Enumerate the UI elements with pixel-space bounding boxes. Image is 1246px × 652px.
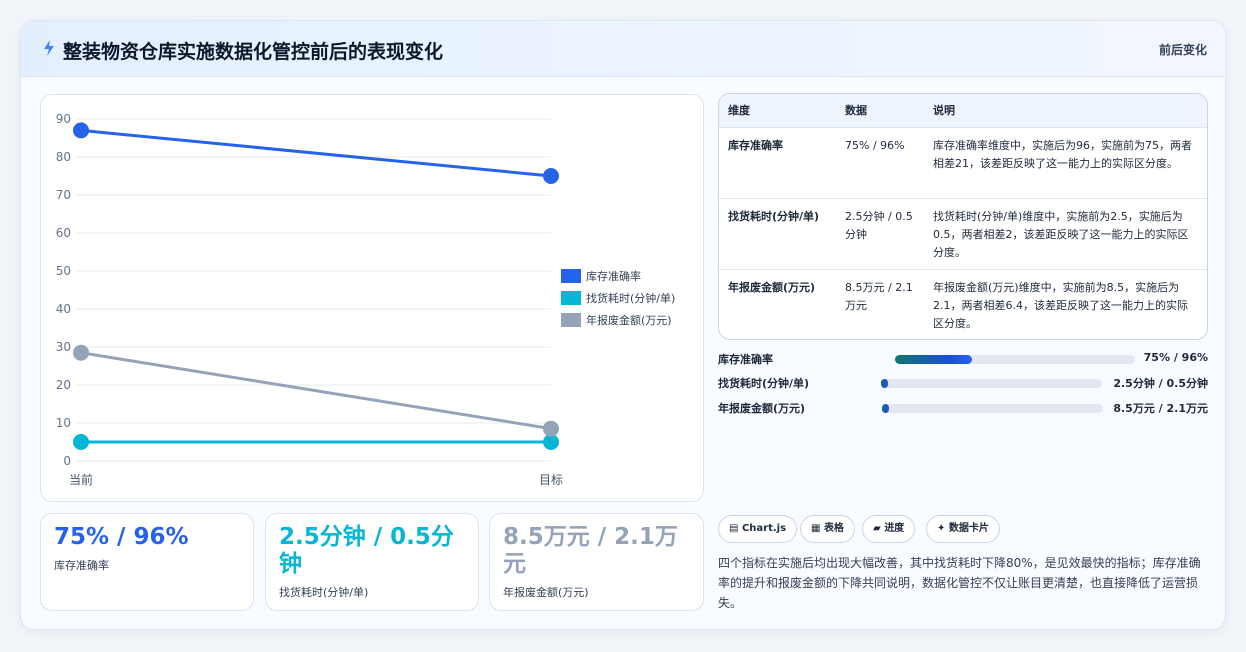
legend-label: 库存准确率 [586, 269, 641, 283]
progress-fill [895, 355, 972, 364]
y-tick-label: 80 [56, 150, 71, 164]
x-tick-label: 目标 [539, 473, 563, 487]
table-cell-dimension: 找货耗时(分钟/单) [719, 198, 836, 270]
column-header: 维度 [719, 94, 836, 128]
table-cell-data: 8.5万元 / 2.1万元 [845, 280, 913, 312]
header: 整装物资仓库实施数据化管控前后的表现变化 前后变化 [21, 21, 1225, 77]
chip-label: 数据卡片 [948, 523, 989, 534]
metric-card-scrap-amount: 8.5万元 / 2.1万元 年报废金额(万元) [489, 513, 704, 611]
data-point [543, 168, 559, 184]
legend-label: 找货耗时(分钟/单) [586, 291, 675, 305]
y-tick-label: 40 [56, 302, 71, 316]
line-chart: 0 10 20 30 40 50 60 70 80 90 当前 目标 库存准确率找货耗时(分钟/单) 年报… [56, 112, 676, 487]
legend-swatch [561, 269, 581, 283]
table-cell-description: 年报废金额(万元)维度中，实施前为8.5，实施后为2.1，两者相差6.4，该差距… [933, 280, 1188, 330]
y-tick-label: 70 [56, 188, 71, 202]
metric-card-search-time: 2.5分钟 / 0.5分钟 找货耗时(分钟/单) [265, 513, 479, 611]
progress-row-accuracy: 库存准确率 75% / 96% [718, 350, 1208, 370]
x-tick-label: 当前 [69, 472, 93, 487]
progress-value: 75% / 96% [1143, 351, 1208, 364]
table-row: 库存准确率 75% / 96% 库存准确率维度中，实施后为96，实施前为75，两… [719, 127, 1207, 199]
data-table: 维度 数据 说明 库存准确率 75% / 96% 库存准确率维度中，实施后为96… [719, 94, 1207, 339]
table-row: 找货耗时(分钟/单) 2.5分钟 / 0.5分钟 找货耗时(分钟/单)维度中，实… [719, 198, 1207, 270]
chip-progress[interactable]: ▰ 进度 [862, 515, 916, 543]
data-point [73, 122, 89, 139]
table-row: 年报废金额(万元) 8.5万元 / 2.1万元 年报废金额(万元)维度中，实施前… [719, 269, 1207, 339]
progress-icon: ▰ [873, 523, 881, 534]
table-cell-description: 库存准确率维度中，实施后为96，实施前为75，两者相差21，该差距反映了这一能力… [924, 127, 1207, 199]
metric-label: 找货耗时(分钟/单) [279, 586, 369, 599]
table-cell-data: 2.5分钟 / 0.5分钟 [836, 198, 924, 270]
legend-label: 年报废金额(万元) [586, 313, 672, 327]
legend-swatch [561, 313, 581, 327]
column-header: 数据 [836, 94, 924, 128]
chip-label: 表格 [823, 523, 844, 534]
table-icon: ▦ [811, 523, 821, 534]
metric-value: 75% / 96% [54, 524, 189, 550]
table-cell-dimension: 库存准确率 [719, 127, 836, 199]
progress-value: 8.5万元 / 2.1万元 [1113, 402, 1208, 415]
y-tick-label: 0 [63, 454, 71, 468]
table-cell-data: 75% / 96% [836, 127, 924, 199]
metric-label: 年报废金额(万元) [503, 586, 589, 599]
data-point [73, 344, 89, 361]
y-tick-label: 10 [56, 416, 71, 430]
progress-track [882, 404, 1103, 413]
main-card: 整装物资仓库实施数据化管控前后的表现变化 前后变化 0 10 20 30 40 50 60 7… [20, 20, 1226, 630]
chip-table[interactable]: ▦ 表格 [800, 515, 855, 543]
metric-card-accuracy: 75% / 96% 库存准确率 [40, 513, 254, 611]
progress-value: 2.5分钟 / 0.5分钟 [1113, 377, 1208, 390]
chart-panel: 0 10 20 30 40 50 60 70 80 90 当前 目标 库存准确率找货耗时(分钟/单) 年报… [40, 94, 704, 502]
progress-track [881, 379, 1102, 388]
progress-row-search-time: 找货耗时(分钟/单) 2.5分钟 / 0.5分钟 [718, 374, 1208, 394]
chip-label: 进度 [884, 523, 905, 534]
table-cell-description: 找货耗时(分钟/单)维度中，实施前为2.5，实施后为0.5，两者相差2，该差距反… [924, 198, 1207, 270]
metric-value: 2.5分钟 / 0.5分钟 [279, 524, 454, 577]
y-tick-label: 30 [56, 340, 71, 354]
y-tick-label: 20 [56, 378, 71, 392]
y-tick-label: 50 [56, 264, 71, 278]
data-table-panel: 维度 数据 说明 库存准确率 75% / 96% 库存准确率维度中，实施后为96… [718, 93, 1208, 340]
chip-label: Chart.js [741, 523, 787, 534]
chip-data-card[interactable]: ✦ 数据卡片 [926, 515, 1000, 543]
progress-track [895, 355, 1135, 364]
progress-label: 年报废金额(万元) [718, 402, 806, 415]
data-point [543, 420, 559, 437]
column-header: 说明 [924, 94, 1207, 128]
progress-fill [881, 379, 888, 388]
table-cell-dimension: 年报废金额(万元) [728, 280, 816, 294]
progress-fill [882, 404, 889, 413]
progress-row-scrap-amount: 年报废金额(万元) 8.5万元 / 2.1万元 [718, 399, 1208, 419]
progress-label: 库存准确率 [718, 353, 773, 366]
page-title: 整装物资仓库实施数据化管控前后的表现变化 [63, 41, 444, 63]
legend-swatch [561, 291, 581, 305]
y-tick-label: 90 [56, 112, 71, 126]
table-header-row: 维度 数据 说明 [719, 94, 1207, 128]
series-line [80, 128, 552, 178]
header-tag: 前后变化 [1158, 43, 1207, 57]
summary-text: 四个指标在实施后均出现大幅改善，其中找货耗时下降80%，是见效最快的指标；库存准… [718, 556, 1201, 610]
progress-label: 找货耗时(分钟/单) [718, 377, 810, 390]
lightning-icon [44, 40, 54, 56]
data-point [73, 434, 89, 450]
series-line [80, 351, 552, 431]
sparkle-icon: ✦ [937, 523, 946, 534]
chart-icon: ▤ [729, 523, 739, 534]
metric-label: 库存准确率 [54, 559, 109, 572]
chip-chartjs[interactable]: ▤ Chart.js [718, 515, 798, 543]
metric-value: 8.5万元 / 2.1万元 [503, 524, 678, 577]
y-tick-label: 60 [56, 226, 71, 240]
